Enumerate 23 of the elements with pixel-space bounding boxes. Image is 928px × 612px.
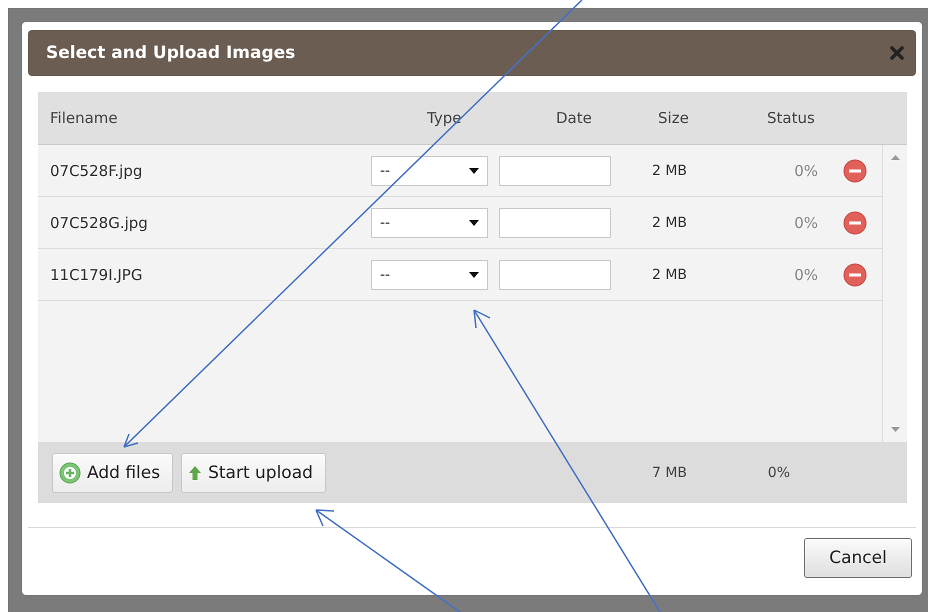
- total-status: 0%: [768, 464, 790, 480]
- dialog-title: Select and Upload Images: [46, 43, 296, 63]
- type-dropdown[interactable]: --: [371, 156, 488, 186]
- cancel-button[interactable]: Cancel: [804, 538, 912, 578]
- upload-status: 0%: [794, 162, 818, 180]
- filename: 07C528G.jpg: [49, 214, 149, 232]
- column-header: Filename: [49, 109, 119, 127]
- column-header: Date: [555, 109, 593, 127]
- type-dropdown[interactable]: --: [371, 260, 488, 290]
- start-upload-button[interactable]: Start upload: [181, 452, 326, 492]
- file-size: 2 MB: [651, 214, 688, 230]
- column-header: Type: [426, 109, 462, 127]
- column-header: Size: [657, 109, 690, 127]
- upload-status: 0%: [794, 214, 818, 232]
- type-dropdown[interactable]: --: [371, 208, 488, 238]
- file-size: 2 MB: [651, 162, 688, 178]
- column-header: Status: [766, 109, 816, 127]
- total-size: 7 MB: [651, 464, 688, 480]
- file-size: 2 MB: [651, 266, 688, 282]
- filename: 11C179I.JPG: [49, 266, 144, 284]
- filename: 07C528F.jpg: [49, 162, 144, 180]
- upload-status: 0%: [794, 266, 818, 284]
- add-files-button[interactable]: Add files: [52, 452, 174, 492]
